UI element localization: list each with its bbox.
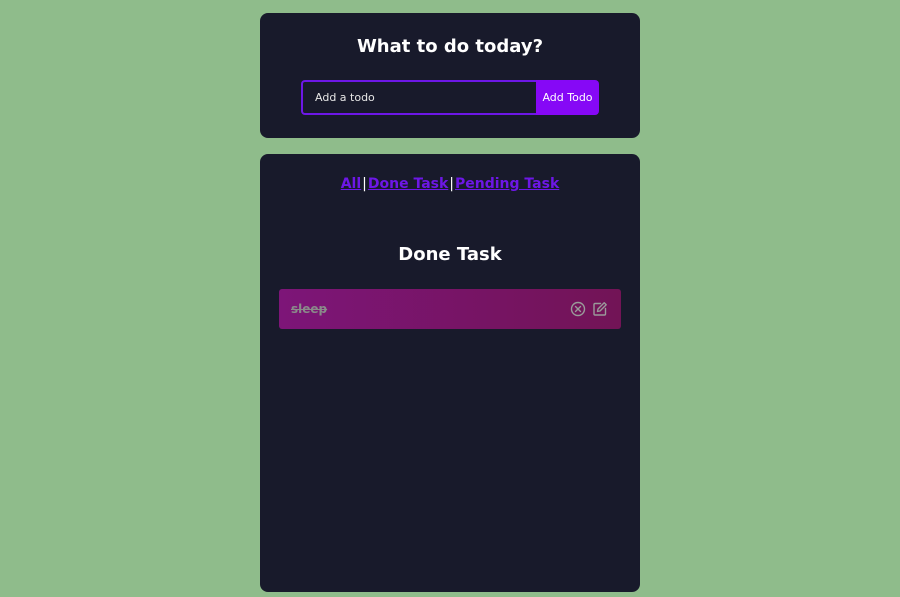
filter-done-link[interactable]: Done Task [368, 176, 448, 192]
todo-item: sleep [279, 289, 621, 329]
filter-separator: | [362, 176, 367, 192]
page-title: What to do today? [356, 36, 544, 57]
todo-list-card: All|Done Task|Pending Task Done Task sle… [260, 154, 640, 592]
filter-nav: All|Done Task|Pending Task [260, 176, 640, 192]
add-todo-button[interactable]: Add Todo [536, 80, 599, 115]
todo-item-text: sleep [291, 302, 328, 316]
todo-input[interactable] [301, 80, 536, 115]
close-circle-icon[interactable] [569, 300, 587, 318]
filter-separator: | [449, 176, 455, 192]
filter-pending-link[interactable]: Pending Task [455, 176, 559, 192]
section-title: Done Task [398, 244, 502, 265]
filter-all-link[interactable]: All [341, 176, 361, 192]
add-todo-form: Add Todo [301, 80, 599, 115]
edit-icon[interactable] [591, 300, 609, 318]
add-todo-card: What to do today? Add Todo [260, 13, 640, 138]
